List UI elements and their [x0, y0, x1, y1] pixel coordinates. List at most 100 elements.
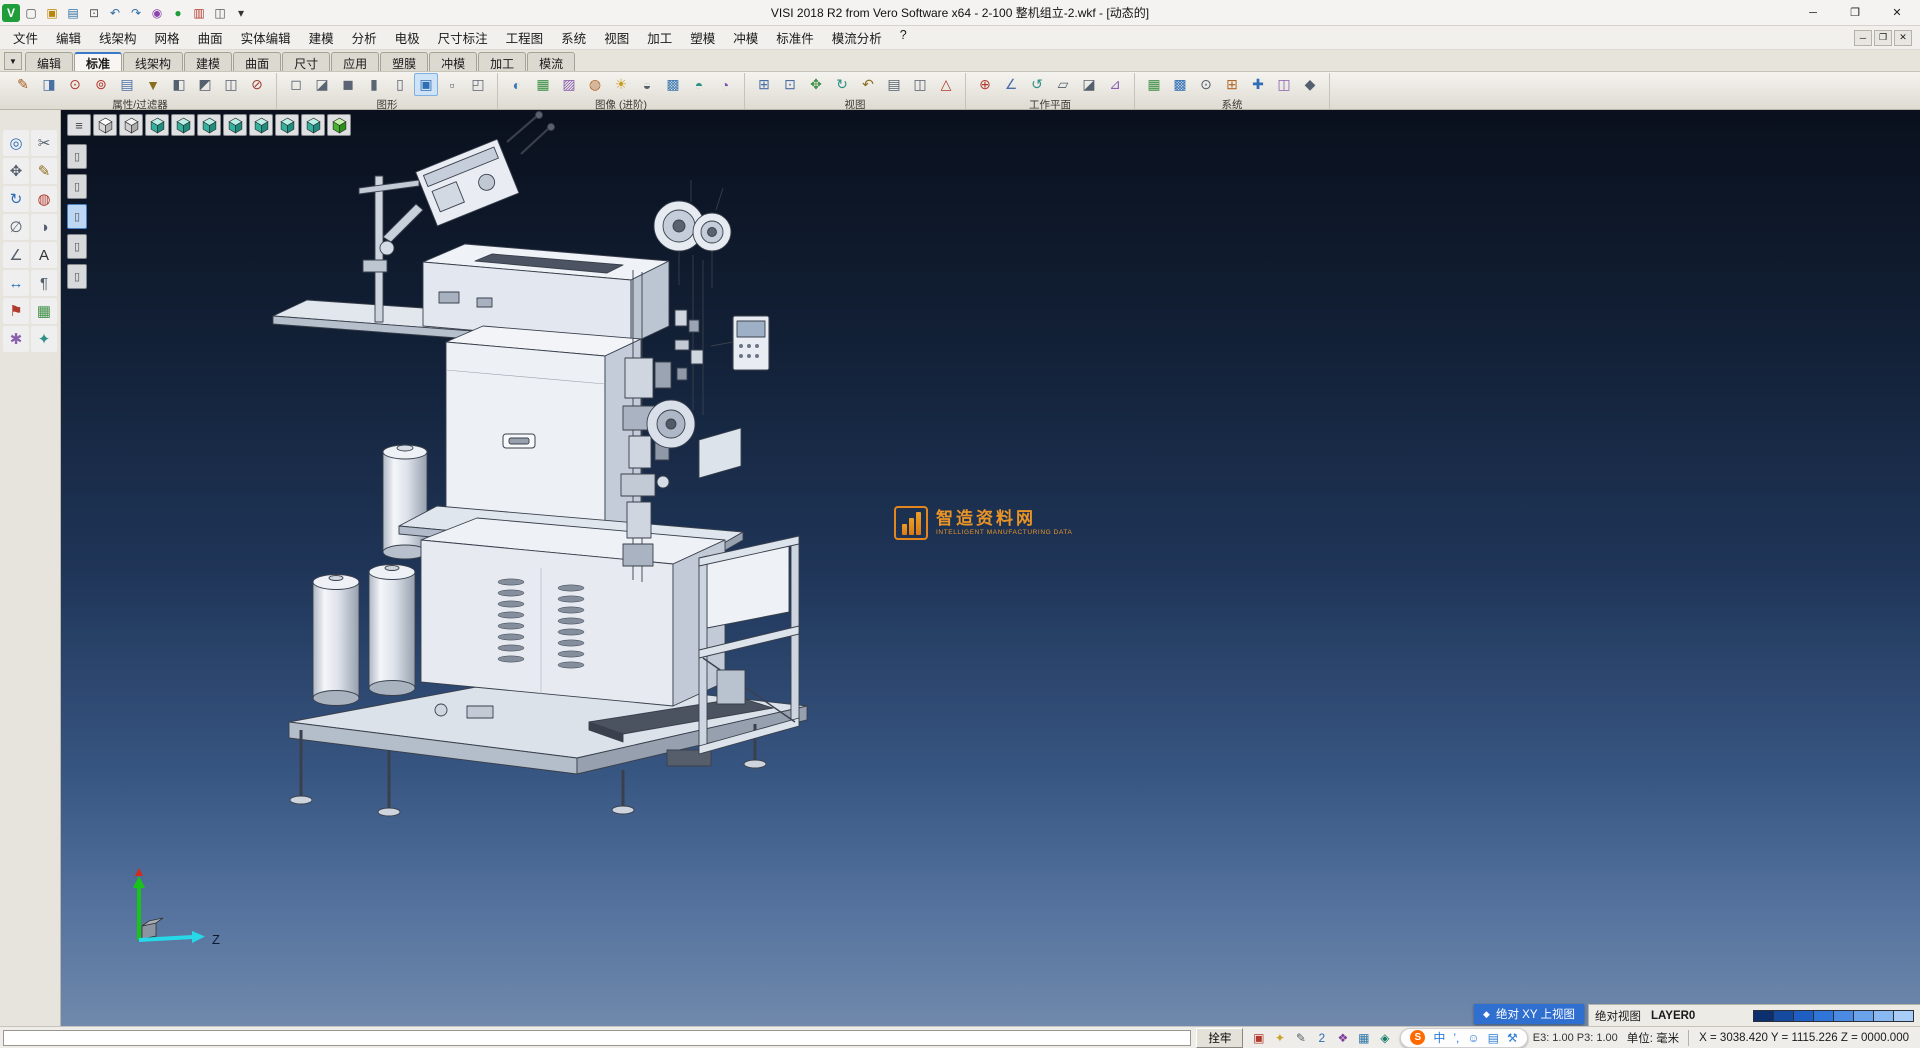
menu-wireframe[interactable]: 线架构	[90, 25, 146, 50]
menu-standard-parts[interactable]: 标准件	[767, 25, 823, 50]
image-capture-icon[interactable]: ◐	[505, 73, 529, 96]
filter-elements-icon[interactable]: ▼	[141, 73, 165, 96]
render-settings-icon[interactable]: ◰	[466, 73, 490, 96]
select-icon[interactable]: ◎	[3, 130, 29, 156]
magnet-filter-icon[interactable]: ⊙	[63, 73, 87, 96]
mini-view-2[interactable]: ▯	[67, 174, 87, 199]
zoom-window-icon[interactable]: ⊞	[752, 73, 776, 96]
tab-surface[interactable]: 曲面	[233, 52, 281, 71]
layer-color-segment[interactable]	[1873, 1010, 1894, 1022]
layers-system-icon[interactable]: ◫	[1272, 73, 1296, 96]
tab-flow[interactable]: 模流	[527, 52, 575, 71]
view-wireframe-icon[interactable]	[119, 114, 143, 136]
plane-normal-icon[interactable]: ⊿	[1103, 73, 1127, 96]
background-icon[interactable]: ▩	[661, 73, 685, 96]
calculator-icon[interactable]: ✚	[1246, 73, 1270, 96]
mdi-minimize-button[interactable]: ─	[1854, 30, 1872, 46]
lock-button[interactable]: 拴牢	[1196, 1028, 1243, 1048]
redo-icon[interactable]: ↷	[126, 3, 146, 23]
menu-dimension[interactable]: 尺寸标注	[429, 25, 497, 50]
command-input[interactable]	[3, 1030, 1191, 1046]
hidden-line-mode-icon[interactable]: ◪	[310, 73, 334, 96]
angle-icon[interactable]: ∠	[3, 242, 29, 268]
trim-icon[interactable]: ✂	[31, 130, 57, 156]
mdi-restore-button[interactable]: ❐	[1874, 30, 1892, 46]
shaded-mode-icon[interactable]: ◼	[336, 73, 360, 96]
palette-icon[interactable]: ❖	[1332, 1029, 1353, 1047]
minimize-button[interactable]: ─	[1792, 1, 1834, 25]
tab-modeling[interactable]: 建模	[184, 52, 232, 71]
layer-color-segment[interactable]	[1813, 1010, 1834, 1022]
menu-system[interactable]: 系统	[552, 25, 595, 50]
view-front-icon[interactable]	[171, 114, 195, 136]
menu-solid-edit[interactable]: 实体编辑	[232, 25, 300, 50]
screen-icon[interactable]: ◫	[210, 3, 230, 23]
layer-color-segment[interactable]	[1893, 1010, 1914, 1022]
analysis-icon[interactable]: ◆	[1298, 73, 1322, 96]
arc-icon[interactable]: ◑	[31, 214, 57, 240]
menu-file[interactable]: 文件	[4, 25, 47, 50]
view-manager-icon[interactable]: ▤	[882, 73, 906, 96]
mini-view-3[interactable]: ▯	[67, 204, 87, 229]
move-icon[interactable]: ✥	[3, 158, 29, 184]
flag-icon[interactable]: ⚑	[3, 298, 29, 324]
layer-color-segment[interactable]	[1793, 1010, 1814, 1022]
layer-color-segment[interactable]	[1833, 1010, 1854, 1022]
shaded-edges-icon[interactable]: ▣	[414, 73, 438, 96]
menu-electrode[interactable]: 电极	[386, 25, 429, 50]
absolute-view-label[interactable]: 绝对视图	[1595, 1008, 1641, 1024]
filter-faces-icon[interactable]: ◧	[167, 73, 191, 96]
view-right-icon[interactable]	[249, 114, 273, 136]
attribute-copy-icon[interactable]: ◨	[37, 73, 61, 96]
mini-view-1[interactable]: ▯	[67, 144, 87, 169]
tab-dimension[interactable]: 尺寸	[282, 52, 330, 71]
chart-icon[interactable]: ▥	[189, 3, 209, 23]
lighting-icon[interactable]: ☀	[609, 73, 633, 96]
profile-grid-icon[interactable]: ▩	[1168, 73, 1192, 96]
texture-icon[interactable]: ▨	[557, 73, 581, 96]
filter-reset-icon[interactable]: ⊘	[245, 73, 269, 96]
perspective-toggle-icon[interactable]: △	[934, 73, 958, 96]
layer-color-segment[interactable]	[1753, 1010, 1774, 1022]
print-icon[interactable]: ⊡	[84, 3, 104, 23]
dimension-icon[interactable]: ↔	[3, 270, 29, 296]
tab-molding[interactable]: 塑膜	[380, 52, 428, 71]
sketch-icon[interactable]: ✎	[31, 158, 57, 184]
cylinder-display-icon[interactable]: ▮	[362, 73, 386, 96]
tab-edit[interactable]: 编辑	[25, 52, 73, 71]
transparent-mode-icon[interactable]: ▯	[388, 73, 412, 96]
layer-color-segment[interactable]	[1773, 1010, 1794, 1022]
new-file-icon[interactable]: ▢	[21, 3, 41, 23]
tab-stamping[interactable]: 冲模	[429, 52, 477, 71]
layer-toggle-icon[interactable]: ◈	[1374, 1029, 1395, 1047]
pan-view-icon[interactable]: ✥	[804, 73, 828, 96]
filter-wires-icon[interactable]: ◫	[219, 73, 243, 96]
menu-mesh[interactable]: 网格	[146, 25, 189, 50]
toolbox-icon[interactable]: ⚒	[1507, 1031, 1518, 1045]
wcs-origin-icon[interactable]: ⊕	[973, 73, 997, 96]
menu-analysis[interactable]: 分析	[343, 25, 386, 50]
tab-dropdown-button[interactable]: ▼	[4, 52, 22, 70]
tab-standard[interactable]: 标准	[74, 52, 122, 71]
layer-color-segment[interactable]	[1853, 1010, 1874, 1022]
globe-icon[interactable]: ●	[168, 3, 188, 23]
magnet-all-icon[interactable]: ⊚	[89, 73, 113, 96]
snap-grid-icon[interactable]: ⊞	[1220, 73, 1244, 96]
view-back-icon[interactable]	[197, 114, 221, 136]
snap-toggle-icon[interactable]: ✦	[1269, 1029, 1290, 1047]
menu-machining[interactable]: 加工	[638, 25, 681, 50]
menu-surface[interactable]: 曲面	[189, 25, 232, 50]
view-iso-icon[interactable]	[145, 114, 169, 136]
lang-cn-icon[interactable]: 中	[1433, 1029, 1445, 1046]
diameter-icon[interactable]: ∅	[3, 214, 29, 240]
image-gallery-icon[interactable]: ▦	[531, 73, 555, 96]
shadow-icon[interactable]: ◒	[635, 73, 659, 96]
menu-edit[interactable]: 编辑	[47, 25, 90, 50]
viewport-3d[interactable]: ≡	[61, 110, 1920, 1026]
wcs-rotate-icon[interactable]: ↺	[1025, 73, 1049, 96]
zoom-fit-icon[interactable]: ⊡	[778, 73, 802, 96]
save-file-icon[interactable]: ▤	[63, 3, 83, 23]
wcs-align-icon[interactable]: ∠	[999, 73, 1023, 96]
previous-view-icon[interactable]: ↶	[856, 73, 880, 96]
display-list-icon[interactable]: ≡	[67, 114, 91, 136]
